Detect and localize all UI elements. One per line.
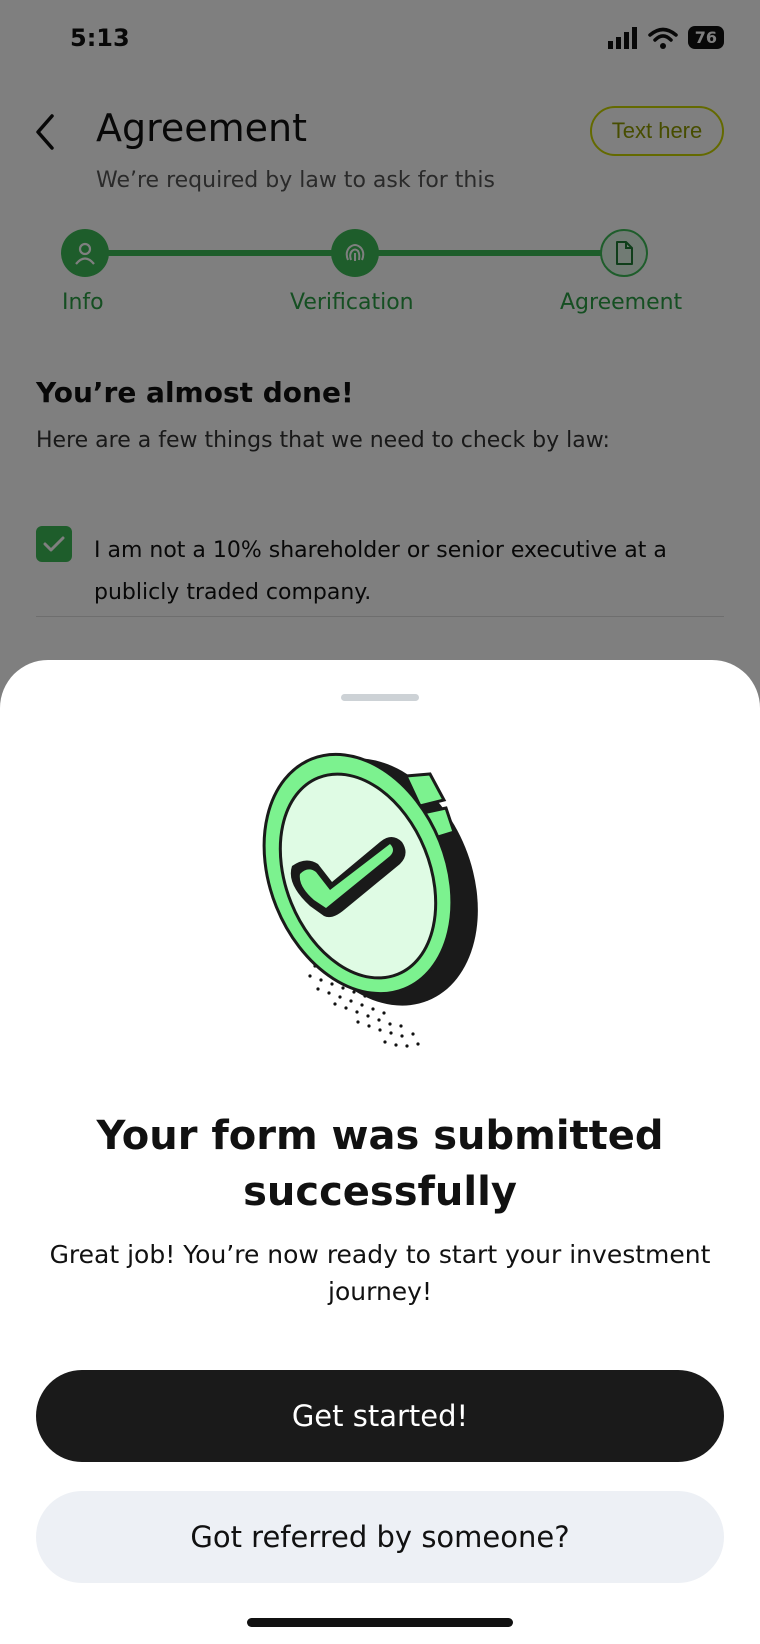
sheet-title: Your form was submitted successfully	[96, 1113, 664, 1215]
get-started-button[interactable]: Get started!	[36, 1370, 724, 1462]
referred-button[interactable]: Got referred by someone?	[36, 1491, 724, 1583]
success-coin-illustration	[262, 752, 478, 1048]
sheet-body: Great job! You’re now ready to start you…	[49, 1240, 711, 1306]
sheet-grab-handle[interactable]	[341, 694, 419, 701]
home-indicator	[247, 1618, 513, 1627]
success-bottom-sheet: Your form was submitted successfully Gre…	[0, 660, 760, 1644]
